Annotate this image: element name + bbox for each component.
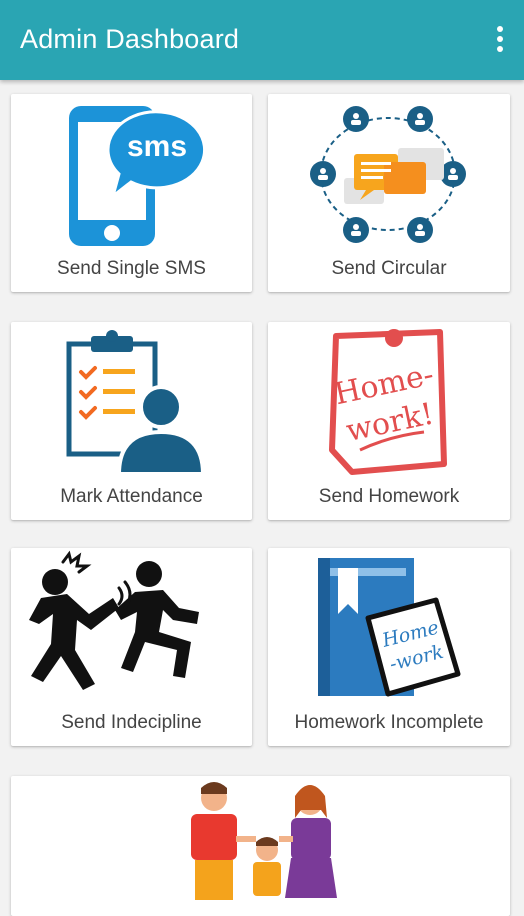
page-title: Admin Dashboard [20,24,240,54]
homework-incomplete-tile[interactable]: Home -work Homework Incomplete [268,548,510,746]
tile-label: Mark Attendance [60,486,203,507]
tile-label: Send Indecipline [61,712,202,733]
circular-network-icon [310,106,466,243]
homework-note-icon: Home- work! [329,329,447,475]
send-indecipline-tile[interactable]: Send Indecipline [11,548,252,746]
send-circular-tile[interactable]: Send Circular [268,94,510,292]
family-tile[interactable] [11,776,510,916]
send-homework-tile[interactable]: Home- work! Send Homework [268,322,510,520]
send-single-sms-tile[interactable]: sms Send Single SMS [11,94,252,292]
tile-label: Homework Incomplete [294,712,484,733]
svg-text:sms: sms [127,130,187,163]
more-vert-icon[interactable] [492,22,508,56]
indiscipline-fight-icon [29,550,199,690]
mark-attendance-tile[interactable]: Mark Attendance [11,322,252,520]
sms-phone-icon: sms [69,106,207,246]
family-icon [191,782,337,900]
attendance-clipboard-icon [66,330,206,476]
tile-label: Send Homework [318,486,460,507]
tile-label: Send Circular [331,258,447,279]
app-bar: Admin Dashboard [0,0,524,80]
tile-label: Send Single SMS [57,258,206,279]
homework-incomplete-icon: Home -work [318,558,461,697]
